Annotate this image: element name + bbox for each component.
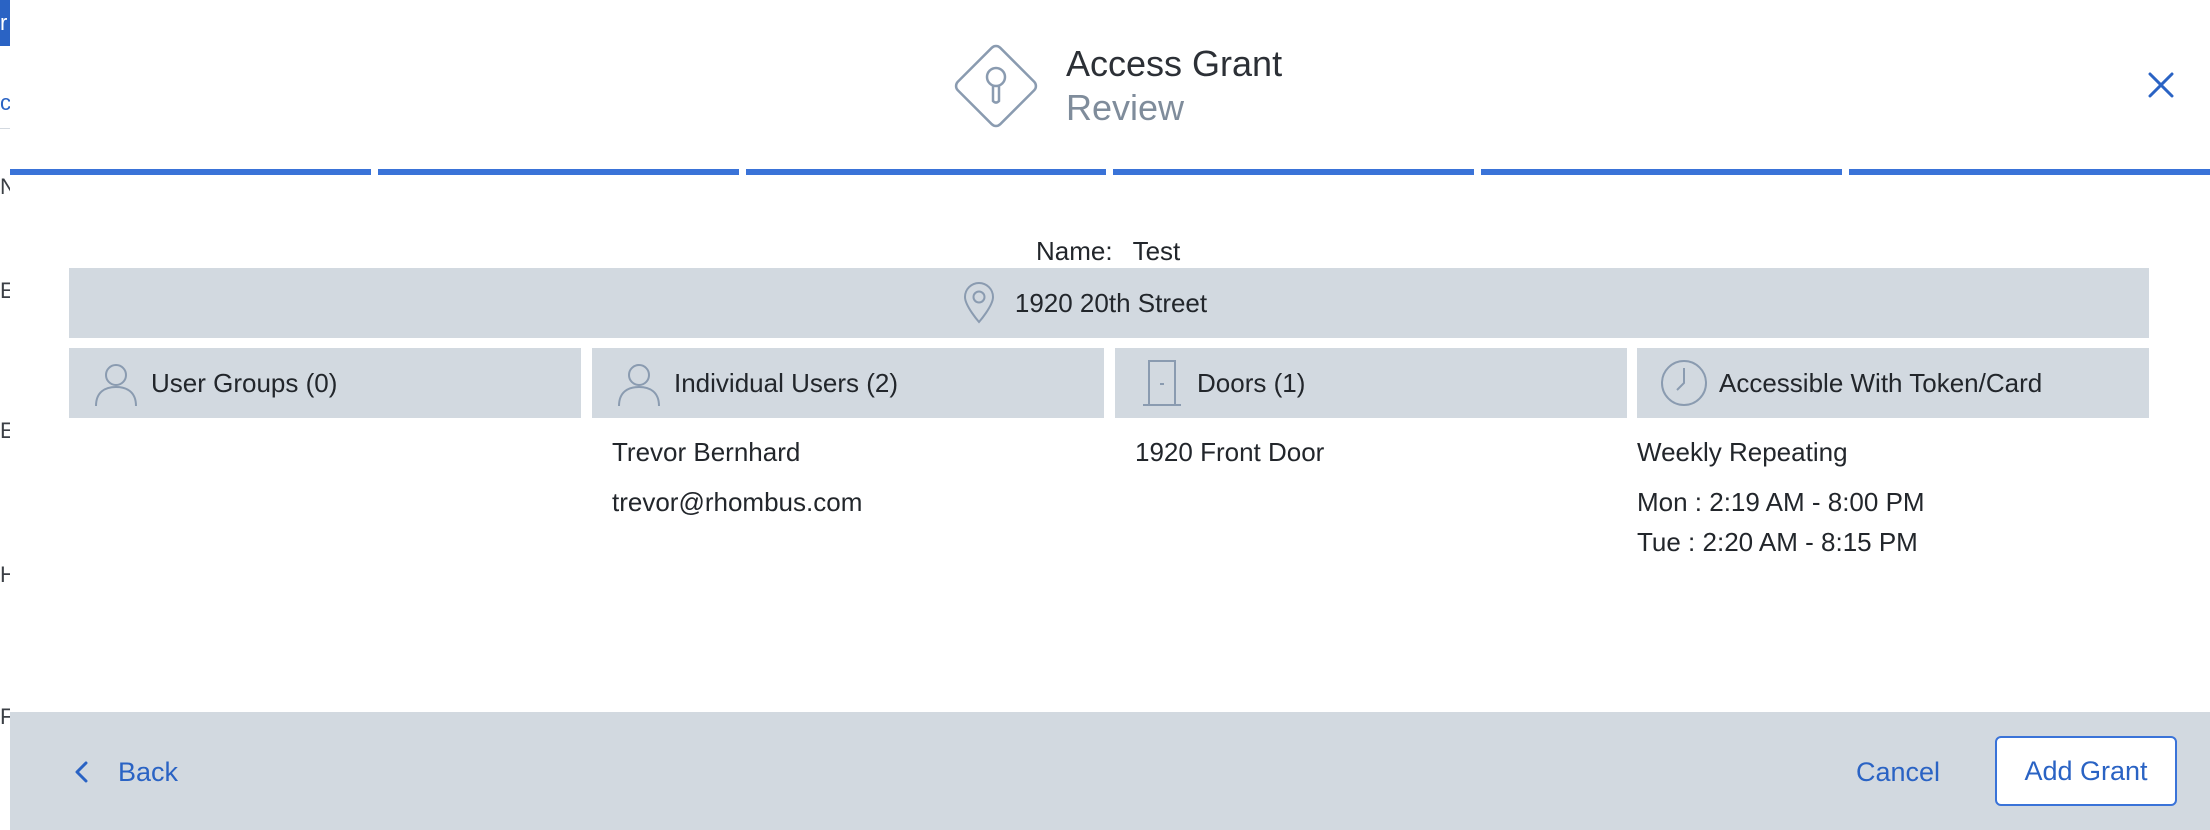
- back-button[interactable]: Back: [72, 750, 178, 794]
- door-name: 1920 Front Door: [1135, 437, 1325, 467]
- individual-users-header: Individual Users (2): [592, 348, 1104, 418]
- location-bar: 1920 20th Street: [69, 268, 2149, 338]
- progress-step: [745, 169, 1107, 175]
- schedule-header: Accessible With Token/Card: [1637, 348, 2149, 418]
- progress-step: [1113, 169, 1475, 175]
- door-icon: [1143, 360, 1181, 406]
- background-text: F: [0, 706, 10, 728]
- name-label: Name:: [1036, 236, 1113, 266]
- chevron-left-icon: [75, 761, 88, 783]
- background-divider: [0, 128, 10, 129]
- location-pin-icon: [963, 282, 994, 324]
- clock-icon: [1661, 360, 1707, 406]
- user-name: Trevor Bernhard: [612, 437, 801, 467]
- modal-header: Access Grant Review: [10, 0, 2210, 168]
- background-app: r c N E E H F: [0, 0, 10, 830]
- doors-header: Doors (1): [1115, 348, 1627, 418]
- location-name: 1920 20th Street: [1014, 287, 1208, 318]
- add-grant-button[interactable]: Add Grant: [1995, 736, 2177, 806]
- background-text: N: [0, 176, 10, 198]
- modal-subtitle: Review: [1066, 87, 1185, 128]
- schedule-entry: Tue : 2:20 AM - 8:15 PM: [1637, 527, 1918, 557]
- user-groups-label: User Groups (0): [151, 367, 338, 398]
- access-grant-modal: Access Grant Review Name: Test 1920 20th…: [10, 0, 2210, 830]
- progress-step: [1481, 169, 1843, 175]
- step-progress-bar: [10, 169, 2210, 177]
- cancel-button[interactable]: Cancel: [1856, 750, 1940, 794]
- back-label: Back: [118, 756, 179, 787]
- user-icon: [618, 364, 660, 407]
- progress-step: [377, 169, 739, 175]
- progress-step: [10, 169, 371, 175]
- schedule-entry: Mon : 2:19 AM - 8:00 PM: [1637, 487, 1925, 517]
- user-groups-header: User Groups (0): [69, 348, 581, 418]
- background-app-header: r: [0, 0, 10, 46]
- schedule-label: Accessible With Token/Card: [1719, 367, 2043, 398]
- doors-label: Doors (1): [1197, 367, 1306, 398]
- progress-step: [1849, 169, 2210, 175]
- background-text: E: [0, 280, 10, 302]
- background-text: r: [0, 12, 8, 34]
- keyhole-diamond-icon: [954, 44, 1038, 128]
- modal-footer: Back Cancel Add Grant: [10, 712, 2210, 830]
- background-text: H: [0, 564, 10, 586]
- name-value: Test: [1132, 236, 1181, 270]
- user-email: trevor@rhombus.com: [612, 487, 863, 517]
- schedule-type: Weekly Repeating: [1637, 437, 1848, 467]
- background-text: c: [0, 92, 10, 114]
- modal-title: Access Grant: [1066, 43, 1283, 84]
- grant-name-row: Name: Test: [1036, 236, 1181, 270]
- background-text: E: [0, 420, 10, 442]
- close-icon[interactable]: [2144, 68, 2178, 102]
- user-icon: [95, 364, 137, 407]
- individual-users-label: Individual Users (2): [674, 367, 898, 398]
